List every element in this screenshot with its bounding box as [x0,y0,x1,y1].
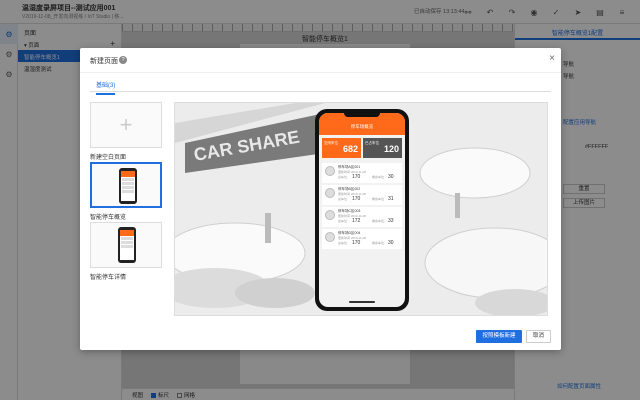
cancel-button[interactable]: 取消 [526,330,551,343]
dialog-divider [80,72,561,73]
free-spaces-card: 空闲车位 682 [322,138,361,158]
close-icon[interactable]: × [546,53,558,65]
template-label: 新建空白页面 [90,155,127,161]
parking-row: 停车场C区003 更新时间 2019-11-08 总车位 172 剩余车位 33 [322,207,402,227]
card-label: 空闲车位 [324,141,338,145]
tab-basic[interactable]: 基础(3) [96,80,116,95]
card-value: 682 [342,144,358,154]
card-label: 已占车位 [365,141,379,145]
template-parking-detail[interactable]: 智能停车详情 [90,222,162,281]
phone-notch [344,111,380,117]
parking-row: 停车场D区004 更新时间 2019-11-08 总车位 170 剩余车位 30 [322,229,402,249]
phone-screen: 停车场概览 空闲车位 682 已占车位 120 停车场A区001 更新时间 20… [319,113,405,307]
template-thumb[interactable] [90,162,162,208]
lot-avatar [325,210,335,220]
lot-avatar [325,166,335,176]
create-from-template-button[interactable]: 按照模板新建 [476,330,522,343]
help-icon[interactable]: ? [119,56,127,64]
parking-row: 停车场B区002 更新时间 2019-11-08 总车位 170 剩余车位 31 [322,185,402,205]
dialog-title: 新建页面 [90,58,118,65]
template-label: 智能停车概览 [90,215,127,221]
used-spaces-card: 已占车位 120 [363,138,402,158]
template-blank[interactable]: + 新建空白页面 [90,102,162,161]
lot-avatar [325,188,335,198]
phone-thumbnail [119,168,137,204]
card-value: 120 [383,144,399,154]
template-parking-overview[interactable]: 智能停车概览 [90,162,162,221]
phone-mockup: 停车场概览 空闲车位 682 已占车位 120 停车场A区001 更新时间 20… [315,109,409,311]
template-preview: CAR SHARE 停车场概览 空闲车位 682 已占车位 120 停车场A区0… [174,102,548,316]
parking-row: 停车场A区001 更新时间 2019-11-08 总车位 170 剩余车位 30 [322,163,402,183]
template-label: 智能停车详情 [90,275,127,281]
lot-avatar [325,232,335,242]
phone-thumbnail [118,227,136,263]
home-indicator [349,301,375,303]
new-page-dialog: 新建页面 ? × 基础(3) + 新建空白页面 智能停车概览 智能停车详情 CA… [80,48,561,350]
tab-underline [90,91,551,92]
plus-icon: + [119,112,133,137]
template-thumb[interactable]: + [90,102,162,148]
template-thumb[interactable] [90,222,162,268]
